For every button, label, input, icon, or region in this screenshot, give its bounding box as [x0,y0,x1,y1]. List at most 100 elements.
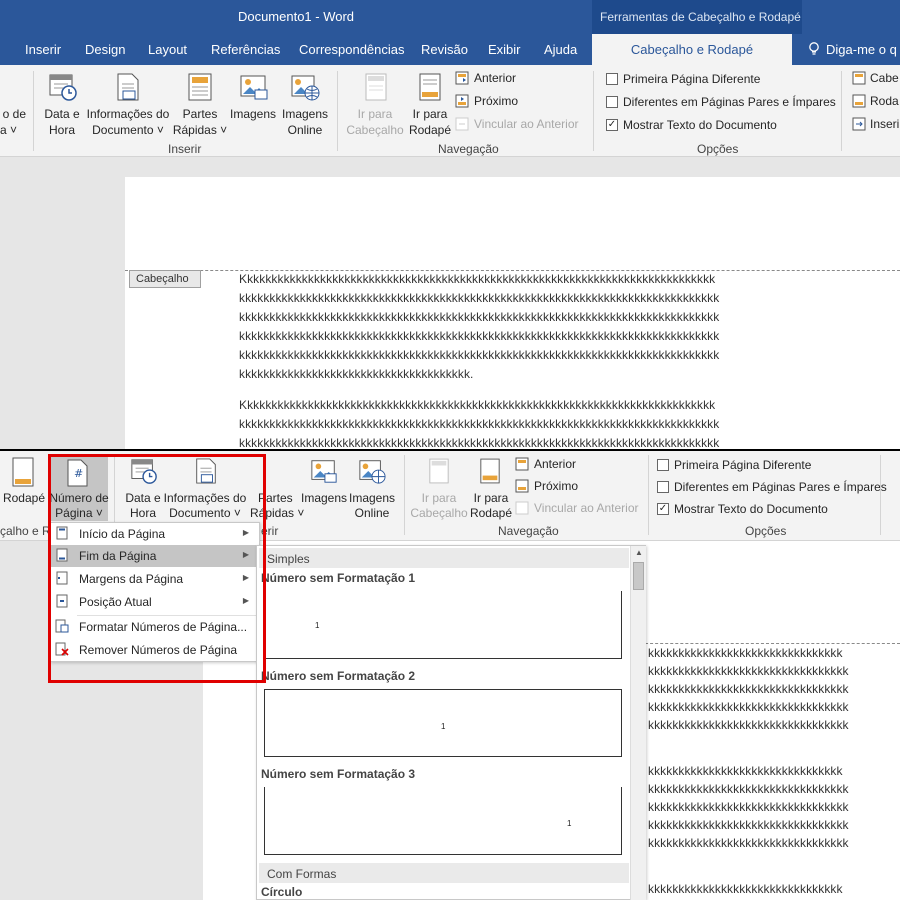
tab-revisao[interactable]: Revisão [421,42,468,57]
highlight-annotation-box [48,454,266,683]
next-label: Próximo [534,479,579,493]
next-button[interactable]: Próximo [455,94,518,108]
tab-exibir[interactable]: Exibir [488,42,521,57]
scroll-thumb[interactable] [633,562,644,590]
body-text-line: kkkkkkkkkkkkkkkkkkkkkkkkkkkkkkkkkkkkkkkk… [239,310,720,324]
link-icon [455,117,470,131]
header-position-label: Cabe [870,71,899,85]
gallery-item-plain-number-2[interactable]: 1 [264,689,622,757]
group-label-options: Opções [697,142,739,156]
group-divider [593,71,594,151]
next-button[interactable]: Próximo [515,479,578,493]
group-divider [648,455,649,535]
show-document-text-checkbox[interactable]: ✓ Mostrar Texto do Documento [657,502,828,516]
body-text-line: kkkkkkkkkkkkkkkkkkkkkkkkkkkkkkkkk [648,782,849,796]
group-label-insert: Inserir [168,142,202,156]
body-text-line: kkkkkkkkkkkkkkkkkkkkkkkkkkkkkkkk [648,764,843,778]
go-to-header-label-2: Cabeçalho [346,123,404,137]
header-tag: Cabeçalho [129,270,201,288]
gallery-item-title: Círculo [261,885,303,899]
cut-off-button-label-1[interactable]: o de [0,106,26,122]
different-odd-even-checkbox[interactable]: Diferentes em Páginas Pares e Ímpares [606,95,836,109]
group-divider [33,71,34,151]
different-first-page-checkbox[interactable]: Primeira Página Diferente [657,458,811,472]
quick-parts-button[interactable]: Partes [172,106,228,122]
footer-icon [12,457,34,487]
link-to-previous-label: Vincular ao Anterior [474,117,579,131]
tab-cabecalho-rodape[interactable]: Cabeçalho e Rodapé [592,34,792,65]
body-text-line: kkkkkkkkkkkkkkkkkkkkkkkkkkkkkkkkk [648,836,849,850]
checkbox-unchecked-icon [606,73,618,85]
footer-position-icon [852,94,866,108]
pictures-button[interactable]: Imagens [228,106,278,122]
cut-off-button-label-2: a ˅ [0,123,18,137]
different-first-page-checkbox[interactable]: Primeira Página Diferente [606,72,760,86]
insert-alignment-label: Inseri [870,117,900,131]
group-divider [337,71,338,151]
date-time-label-2: Hora [48,123,75,137]
tab-design[interactable]: Design [85,42,125,57]
page-number-sample: 1 [567,819,572,828]
show-document-text-checkbox[interactable]: ✓ Mostrar Texto do Documento [606,118,777,132]
go-to-footer-icon [418,72,442,102]
document-info-button[interactable]: Informações do [84,106,172,122]
header-position-icon [852,71,866,85]
previous-section-icon [515,457,530,471]
body-text-line: kkkkkkkkkkkkkkkkkkkkkkkkkkkkkkkkkkkkkkkk… [239,417,720,431]
tab-ajuda[interactable]: Ajuda [544,42,577,57]
document-info-icon [114,72,142,102]
tab-correspondencias[interactable]: Correspondências [299,42,405,57]
gallery-item-plain-number-3[interactable]: 1 [264,787,622,855]
online-pictures-button[interactable]: Imagens [280,106,330,122]
tell-me-search[interactable]: Diga-me o q [808,34,897,65]
gallery-scrollbar[interactable]: ▲ [630,546,646,900]
go-to-footer-button[interactable]: Ir para [465,490,517,506]
previous-section-icon [455,71,470,85]
footer-position-button[interactable]: Roda [852,94,899,108]
body-text-line: kkkkkkkkkkkkkkkkkkkkkkkkkkkkkkkkk [648,682,849,696]
body-text-line: kkkkkkkkkkkkkkkkkkkkkkkkkkkkkkkk [648,646,843,660]
gallery-item-plain-number-1[interactable]: 1 [264,591,622,659]
link-to-previous-button[interactable]: Vincular ao Anterior [515,501,639,515]
page-number-sample: 1 [315,621,320,630]
next-label: Próximo [474,94,519,108]
word-window-header-footer-tools: Documento1 - Word Ferramentas de Cabeçal… [0,0,900,450]
online-pictures-button[interactable]: Imagens [348,490,396,506]
insert-alignment-tab-button[interactable]: Inseri [852,117,899,131]
group-divider [880,455,881,535]
go-to-header-button[interactable]: Ir para [410,490,468,506]
tab-referencias[interactable]: Referências [211,42,280,57]
tab-inserir[interactable]: Inserir [25,42,61,57]
tab-layout[interactable]: Layout [148,42,187,57]
show-document-text-label: Mostrar Texto do Documento [623,118,777,132]
previous-button[interactable]: Anterior [455,71,516,85]
next-section-icon [455,94,470,108]
pictures-button[interactable]: Imagens [300,490,348,506]
footer-button[interactable]: Rodapé [2,490,46,506]
date-time-button[interactable]: Data e [42,106,82,122]
online-pictures-label-2: Online [287,123,323,137]
quick-parts-label-2: Rápidas ˅ [172,123,228,137]
context-tool-title: Ferramentas de Cabeçalho e Rodapé [592,0,802,34]
page-number-sample: 1 [441,722,446,731]
previous-button[interactable]: Anterior [515,457,576,471]
checkbox-unchecked-icon [657,481,669,493]
link-to-previous-button[interactable]: Vincular ao Anterior [455,117,579,131]
go-to-header-label-2: Cabeçalho [410,506,468,520]
group-label-header-footer: çalho e R [0,524,51,538]
different-first-page-label: Primeira Página Diferente [623,72,761,86]
header-position-button[interactable]: Cabe [852,71,899,85]
next-section-icon [515,479,530,493]
different-odd-even-checkbox[interactable]: Diferentes em Páginas Pares e Ímpares [657,480,887,494]
group-label-navigation: Navegação [438,142,499,156]
checkbox-unchecked-icon [657,459,669,471]
body-text-line: kkkkkkkkkkkkkkkkkkkkkkkkkkkkkkkkk [648,718,849,732]
scroll-up-arrow-icon[interactable]: ▲ [631,548,647,560]
group-label-navigation: Navegação [498,524,559,538]
go-to-header-button[interactable]: Ir para [346,106,404,122]
online-pictures-label-2: Online [354,506,390,520]
body-text-line: kkkkkkkkkkkkkkkkkkkkkkkkkkkkkkkkkkkkkkkk… [239,348,720,362]
go-to-footer-button[interactable]: Ir para [404,106,456,122]
gallery-section-header: Com Formas [259,863,629,883]
go-to-footer-icon [479,457,501,485]
